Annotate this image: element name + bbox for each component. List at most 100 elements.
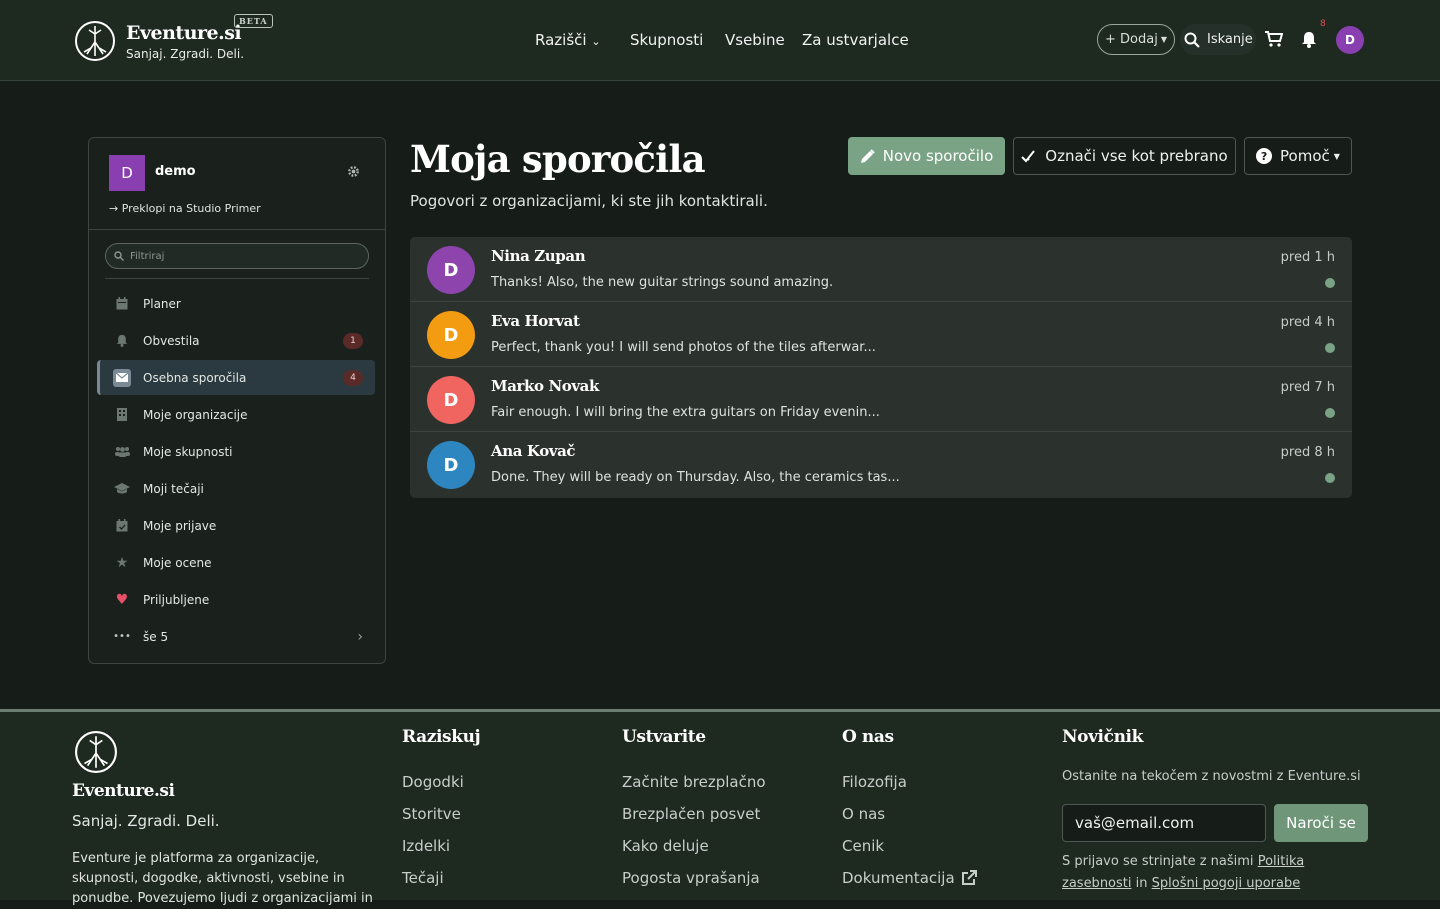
contact-name: Nina Zupan: [491, 247, 586, 265]
gear-icon[interactable]: [347, 165, 360, 178]
contact-avatar: D: [427, 441, 475, 489]
building-icon: [113, 406, 131, 424]
count-badge: 1: [343, 332, 363, 349]
unread-dot: [1325, 408, 1335, 418]
user-avatar[interactable]: D: [1336, 26, 1364, 54]
bell-icon[interactable]: [1301, 31, 1317, 48]
footer-link[interactable]: Tečaji: [402, 869, 444, 887]
search-button[interactable]: Iskanje: [1180, 24, 1256, 55]
beta-badge: BETA: [234, 14, 273, 28]
footer-link[interactable]: Kako deluje: [622, 837, 709, 855]
conversation-row[interactable]: D Nina Zupan Thanks! Also, the new guita…: [410, 237, 1352, 302]
sidebar-item-moje-prijave[interactable]: Moje prijave: [97, 508, 375, 543]
tree-logo-icon: [75, 731, 117, 773]
caret-down-icon: ▼: [1333, 151, 1340, 161]
chevron-right-icon: ›: [357, 628, 363, 645]
contact-avatar: D: [427, 246, 475, 294]
page-title: Moja sporočila: [410, 137, 706, 181]
top-header: Eventure.si BETA Sanjaj. Zgradi. Deli. R…: [0, 0, 1440, 81]
conversation-list: D Nina Zupan Thanks! Also, the new guita…: [410, 237, 1352, 498]
contact-avatar: D: [427, 376, 475, 424]
footer-link[interactable]: Cenik: [842, 837, 884, 855]
users-icon: [113, 443, 131, 461]
footer-link[interactable]: Brezplačen posvet: [622, 805, 760, 823]
footer-link[interactable]: Začnite brezplačno: [622, 773, 766, 791]
new-message-button[interactable]: Novo sporočilo: [848, 137, 1005, 175]
sidebar-item-obvestila[interactable]: Obvestila 1: [97, 323, 375, 358]
message-preview: Done. They will be ready on Thursday. Al…: [491, 470, 900, 485]
add-dropdown-button[interactable]: + Dodaj ▼: [1097, 24, 1175, 55]
sidebar-user-name[interactable]: demo: [155, 164, 196, 179]
newsletter-text: Ostanite na tekočem z novostmi z Eventur…: [1062, 769, 1361, 784]
nav-razisci[interactable]: Razišči ⌄: [535, 31, 601, 49]
heart-icon: ♥: [115, 591, 129, 608]
sidebar: D demo → Preklopi na Studio Primer Filtr…: [88, 137, 386, 664]
mark-all-read-button[interactable]: Označi vse kot prebrano: [1013, 137, 1236, 175]
footer-brand: Eventure.si: [72, 781, 175, 801]
footer-link-documentation[interactable]: Dokumentacija: [842, 869, 977, 887]
footer-link[interactable]: Storitve: [402, 805, 461, 823]
message-preview: Thanks! Also, the new guitar strings sou…: [491, 275, 834, 290]
sidebar-item-moje-organizacije[interactable]: Moje organizacije: [97, 397, 375, 432]
nav-vsebine[interactable]: Vsebine: [725, 31, 785, 49]
divider: [89, 229, 385, 230]
graduation-cap-icon: [113, 480, 131, 498]
message-time: pred 7 h: [1280, 380, 1335, 395]
calendar-icon: [113, 295, 131, 313]
external-link-icon: [961, 870, 977, 885]
message-preview: Perfect, thank you! I will send photos o…: [491, 340, 876, 355]
calendar-check-icon: [113, 517, 131, 535]
conversation-row[interactable]: D Marko Novak Fair enough. I will bring …: [410, 367, 1352, 432]
sidebar-item-planer[interactable]: Planer: [97, 286, 375, 321]
footer-heading-ustvarite: Ustvarite: [622, 727, 706, 747]
sidebar-item-moje-skupnosti[interactable]: Moje skupnosti: [97, 434, 375, 469]
filter-input[interactable]: Filtriraj: [105, 243, 369, 269]
sidebar-item-more[interactable]: ••• še 5 ›: [97, 619, 375, 654]
brand-name[interactable]: Eventure.si: [126, 22, 242, 44]
sidebar-item-moje-ocene[interactable]: ★ Moje ocene: [97, 545, 375, 580]
footer-heading-o-nas: O nas: [842, 727, 894, 747]
tree-logo-icon[interactable]: [74, 20, 116, 62]
pencil-icon: [860, 148, 875, 163]
footer-link[interactable]: Filozofija: [842, 773, 907, 791]
footer-link[interactable]: Izdelki: [402, 837, 450, 855]
sidebar-item-moji-tecaji[interactable]: Moji tečaji: [97, 471, 375, 506]
notification-count-badge: 8: [1320, 19, 1326, 29]
double-check-icon: [1021, 150, 1036, 163]
chevron-down-icon: ⌄: [591, 35, 601, 48]
newsletter-heading: Novičnik: [1062, 727, 1143, 747]
sidebar-user-avatar: D: [109, 155, 145, 191]
footer-link[interactable]: O nas: [842, 805, 885, 823]
page-subtitle: Pogovori z organizacijami, ki ste jih ko…: [410, 192, 768, 210]
footer-heading-raziskuj: Raziskuj: [402, 727, 481, 747]
star-icon: ★: [115, 554, 129, 571]
sidebar-item-priljubljene[interactable]: ♥ Priljubljene: [97, 582, 375, 617]
conversation-row[interactable]: D Ana Kovač Done. They will be ready on …: [410, 432, 1352, 497]
footer-link[interactable]: Pogosta vprašanja: [622, 869, 760, 887]
search-icon: [114, 251, 124, 261]
count-badge: 4: [343, 369, 363, 386]
envelope-icon: [113, 368, 131, 387]
divider: [105, 278, 369, 279]
footer-tagline: Sanjaj. Zgradi. Deli.: [72, 812, 220, 830]
contact-name: Marko Novak: [491, 377, 599, 395]
nav-za-ustvarjalce[interactable]: Za ustvarjalce: [802, 31, 909, 49]
footer-link[interactable]: Dogodki: [402, 773, 464, 791]
conversation-row[interactable]: D Eva Horvat Perfect, thank you! I will …: [410, 302, 1352, 367]
footer: Eventure.si Sanjaj. Zgradi. Deli. Eventu…: [0, 709, 1440, 906]
unread-dot: [1325, 278, 1335, 288]
question-circle-icon: ?: [1256, 148, 1273, 164]
sidebar-item-osebna-sporocila[interactable]: Osebna sporočila 4: [97, 360, 375, 395]
bell-icon: [113, 332, 131, 350]
nav-skupnosti[interactable]: Skupnosti: [630, 31, 703, 49]
cart-icon[interactable]: [1265, 31, 1283, 47]
terms-link[interactable]: Splošni pogoji uporabe: [1152, 876, 1301, 891]
switch-profile-link[interactable]: → Preklopi na Studio Primer: [109, 202, 261, 215]
contact-name: Eva Horvat: [491, 312, 580, 330]
help-dropdown-button[interactable]: ? Pomoč ▼: [1244, 137, 1352, 175]
subscribe-button[interactable]: Naroči se: [1274, 804, 1368, 842]
contact-name: Ana Kovač: [491, 442, 576, 460]
newsletter-email-field[interactable]: vaš@email.com: [1062, 804, 1266, 842]
more-icon: •••: [113, 631, 131, 642]
footer-description: Eventure je platforma za organizacije, s…: [72, 851, 373, 906]
